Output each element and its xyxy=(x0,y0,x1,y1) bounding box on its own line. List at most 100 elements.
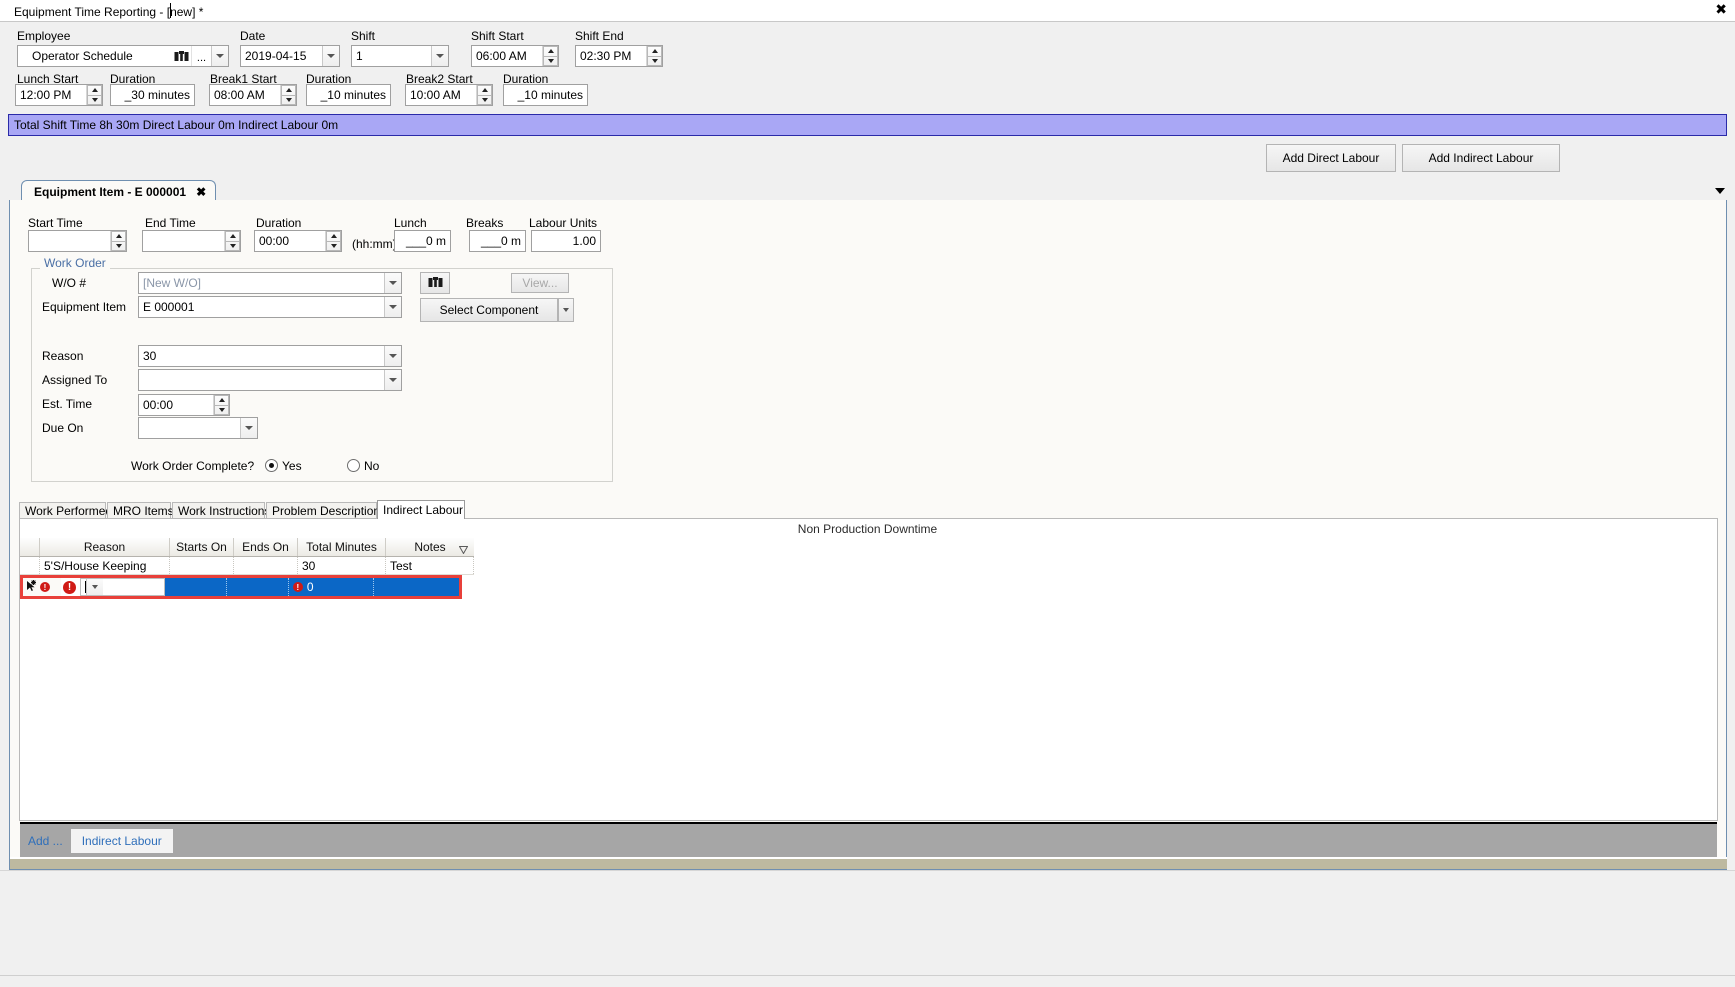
lunch-start-spinner[interactable] xyxy=(86,85,102,105)
window-bottom-strip xyxy=(0,870,1735,987)
shift-summary-text: Total Shift Time 8h 30m Direct Labour 0m… xyxy=(14,118,339,132)
break1-start-spinner[interactable] xyxy=(280,85,296,105)
table-row[interactable]: 5'S/House Keeping 30 Test xyxy=(20,557,474,575)
work-order-complete-yes-radio[interactable] xyxy=(265,459,278,472)
shift-start-field[interactable]: 06:00 AM xyxy=(471,45,559,67)
equipment-item-field[interactable]: E 000001 xyxy=(138,296,402,318)
error-icon[interactable]: ! xyxy=(63,580,76,594)
lunch-start-field[interactable]: 12:00 PM xyxy=(15,84,103,106)
end-time-field[interactable] xyxy=(142,230,241,252)
add-direct-labour-button[interactable]: Add Direct Labour xyxy=(1266,144,1396,172)
grid-new-row[interactable]: ! ! ! 0 xyxy=(20,575,462,599)
close-icon[interactable]: ✖ xyxy=(196,185,206,199)
break2-start-field[interactable]: 10:00 AM xyxy=(405,84,493,106)
end-time-spinner[interactable] xyxy=(224,231,240,251)
select-component-button[interactable]: Select Component xyxy=(420,298,558,322)
est-time-field[interactable]: 00:00 xyxy=(138,394,230,416)
duration-label: Duration xyxy=(256,216,302,230)
break1-start-field[interactable]: 08:00 AM xyxy=(209,84,297,106)
grid-header-row: Reason Starts On Ends On Total Minutes N… xyxy=(20,538,474,557)
grid-header-reason[interactable]: Reason xyxy=(40,538,170,556)
breaks-minutes-value: ___0 m xyxy=(480,234,521,248)
grid-header-total-minutes[interactable]: Total Minutes xyxy=(298,538,386,556)
break2-start-value: 10:00 AM xyxy=(410,88,461,102)
employee-field[interactable]: Operator Schedule ... xyxy=(17,45,229,67)
error-icon[interactable]: ! xyxy=(292,582,303,592)
employee-ellipsis-button[interactable]: ... xyxy=(191,46,211,66)
due-on-dropdown-button[interactable] xyxy=(240,418,257,438)
window-tab[interactable]: Equipment Time Reporting - [new] * xyxy=(8,2,211,21)
date-field[interactable]: 2019-04-15 xyxy=(240,45,340,67)
add-link[interactable]: Add ... xyxy=(28,834,63,848)
tab-indirect-labour[interactable]: Indirect Labour xyxy=(377,500,465,519)
lunch-duration-field[interactable]: _30 minutes xyxy=(110,84,195,106)
wo-number-field[interactable]: [New W/O] xyxy=(138,272,402,294)
tab-equipment-item[interactable]: Equipment Item - E 000001 ✖ xyxy=(21,180,217,201)
tab-work-performed[interactable]: Work Performed xyxy=(19,502,112,518)
tab-mro-items[interactable]: MRO Items xyxy=(107,502,174,518)
binoculars-icon[interactable] xyxy=(171,46,191,66)
start-time-spinner[interactable] xyxy=(110,231,126,251)
footer-indirect-labour-button[interactable]: Indirect Labour xyxy=(70,828,173,853)
shift-start-value: 06:00 AM xyxy=(476,49,527,63)
equipment-item-dropdown-button[interactable] xyxy=(384,297,401,317)
shift-end-field[interactable]: 02:30 PM xyxy=(575,45,663,67)
break1-duration-field[interactable]: _10 minutes xyxy=(306,84,391,106)
wo-number-dropdown-button[interactable] xyxy=(384,273,401,293)
duration-field[interactable]: 00:00 xyxy=(254,230,342,252)
footer-accent-bar xyxy=(10,857,1727,869)
due-on-field[interactable] xyxy=(138,417,258,439)
add-indirect-labour-button[interactable]: Add Indirect Labour xyxy=(1402,144,1560,172)
grid-header-ends-on[interactable]: Ends On xyxy=(234,538,298,556)
shift-field[interactable]: 1 xyxy=(351,45,449,67)
work-order-complete-no-radio[interactable] xyxy=(347,459,360,472)
grid-header-notes[interactable]: Notes xyxy=(386,538,474,556)
assigned-to-dropdown-button[interactable] xyxy=(384,370,401,390)
cell-starts-on[interactable] xyxy=(170,557,234,574)
date-dropdown-button[interactable] xyxy=(322,46,339,66)
tab-problem-description[interactable]: Problem Description xyxy=(266,502,380,518)
shift-dropdown-button[interactable] xyxy=(431,46,448,66)
new-row-notes-cell[interactable] xyxy=(373,578,460,596)
select-component-split-button[interactable] xyxy=(558,298,574,322)
lunch-minutes-field[interactable]: ___0 m xyxy=(394,230,451,252)
new-row-total-minutes-cell[interactable]: ! 0 xyxy=(288,578,374,596)
employee-dropdown-button[interactable] xyxy=(211,46,228,66)
cell-ends-on[interactable] xyxy=(234,557,298,574)
labour-units-field[interactable]: 1.00 xyxy=(531,230,601,252)
wo-search-button[interactable] xyxy=(420,272,450,294)
equipment-time-reporting-window: Equipment Time Reporting - [new] * ✖ Emp… xyxy=(0,0,1735,987)
start-time-field[interactable] xyxy=(28,230,127,252)
window-tab-label: Equipment Time Reporting - [new] * xyxy=(14,5,204,19)
cell-reason[interactable]: 5'S/House Keeping xyxy=(40,557,170,574)
tab-equipment-item-label: Equipment Item - E 000001 xyxy=(34,184,187,199)
new-row-header[interactable]: ! xyxy=(23,578,61,596)
break2-duration-field[interactable]: _10 minutes xyxy=(503,84,588,106)
close-icon[interactable]: ✖ xyxy=(1715,2,1727,18)
view-button: View... xyxy=(511,273,569,293)
new-row-ends-on-cell[interactable] xyxy=(226,578,289,596)
row-selector-cell[interactable] xyxy=(20,557,40,574)
cell-total-minutes[interactable]: 30 xyxy=(298,557,386,574)
assigned-to-field[interactable] xyxy=(138,369,402,391)
chevron-down-icon[interactable] xyxy=(1715,188,1725,194)
tab-work-instructions[interactable]: Work Instructions xyxy=(172,502,270,518)
work-order-complete-yes-label: Yes xyxy=(282,459,302,473)
shift-end-spinner[interactable] xyxy=(646,46,662,66)
wo-number-value: [New W/O] xyxy=(143,276,202,290)
duration-spinner[interactable] xyxy=(325,231,341,251)
reason-dropdown-button[interactable] xyxy=(384,346,401,366)
lunch-label: Lunch xyxy=(394,216,427,230)
breaks-minutes-field[interactable]: ___0 m xyxy=(469,230,526,252)
duration-value: 00:00 xyxy=(259,234,290,248)
error-icon[interactable]: ! xyxy=(40,582,50,592)
shift-start-spinner[interactable] xyxy=(542,46,558,66)
new-row-reason-combo[interactable] xyxy=(80,578,165,596)
cell-notes[interactable]: Test xyxy=(386,557,474,574)
reason-field[interactable]: 30 xyxy=(138,345,402,367)
break2-start-spinner[interactable] xyxy=(476,85,492,105)
new-row-starts-on-cell[interactable] xyxy=(164,578,227,596)
est-time-spinner[interactable] xyxy=(213,395,229,415)
new-row-reason-dropdown-button[interactable] xyxy=(86,579,103,595)
grid-header-starts-on[interactable]: Starts On xyxy=(170,538,234,556)
